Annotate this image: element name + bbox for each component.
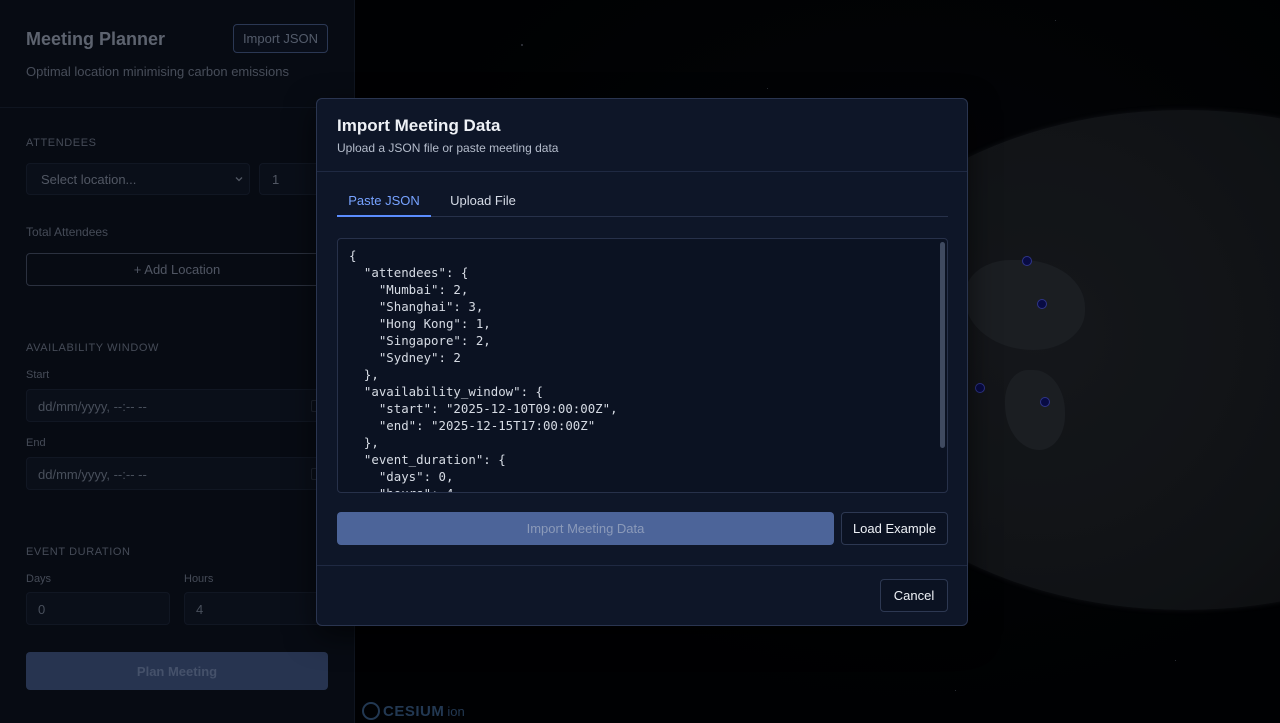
import-dialog: Import Meeting Data Upload a JSON file o…	[316, 98, 968, 626]
import-tabs: Paste JSON Upload File	[337, 185, 948, 217]
dialog-description: Upload a JSON file or paste meeting data	[337, 141, 559, 155]
dialog-title: Import Meeting Data	[337, 116, 501, 135]
json-textarea[interactable]: { "attendees": { "Mumbai": 2, "Shanghai"…	[337, 238, 948, 493]
tab-upload-file[interactable]: Upload File	[437, 185, 529, 216]
divider	[317, 171, 967, 172]
load-example-button[interactable]: Load Example	[841, 512, 948, 545]
scrollbar[interactable]	[940, 242, 945, 448]
tab-paste-json[interactable]: Paste JSON	[337, 185, 431, 217]
cancel-button[interactable]: Cancel	[880, 579, 948, 612]
import-meeting-data-button[interactable]: Import Meeting Data	[337, 512, 834, 545]
divider	[317, 565, 967, 566]
json-content: { "attendees": { "Mumbai": 2, "Shanghai"…	[349, 248, 618, 492]
